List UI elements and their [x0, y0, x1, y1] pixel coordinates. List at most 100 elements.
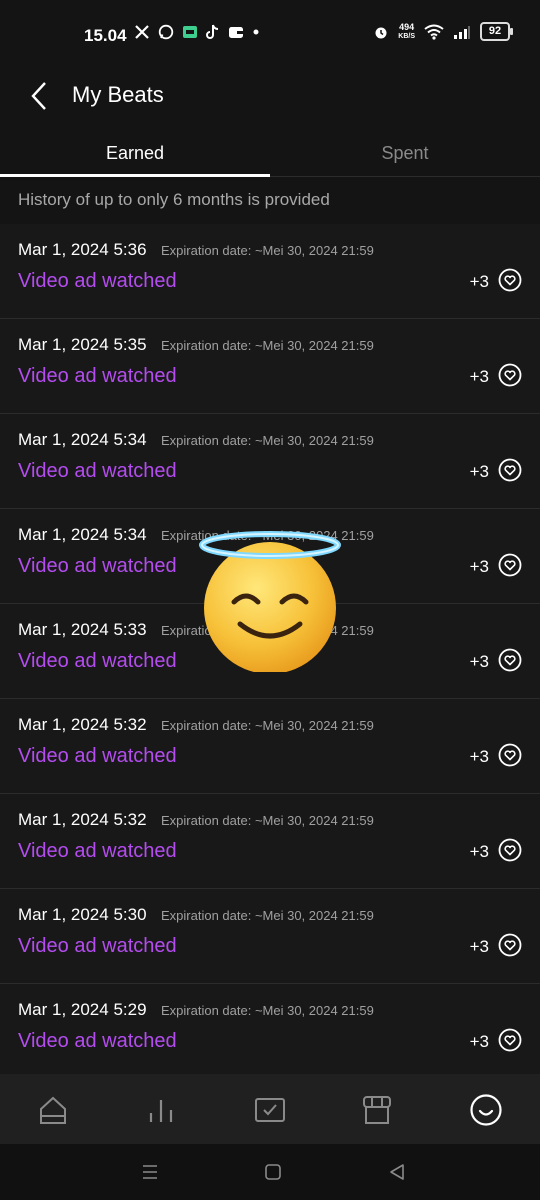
item-date: Mar 1, 2024 5:35 [18, 335, 147, 354]
nav-charts[interactable] [141, 1090, 181, 1130]
alarm-icon [375, 27, 387, 38]
item-points: +3 [469, 937, 489, 956]
item-date: Mar 1, 2024 5:36 [18, 240, 147, 259]
item-points: +3 [469, 1032, 489, 1051]
heart-icon [498, 933, 522, 957]
item-date: Mar 1, 2024 5:29 [18, 1000, 147, 1019]
item-description: Video ad watched [18, 555, 177, 577]
nav-home[interactable] [33, 1090, 73, 1130]
tab-spent[interactable]: Spent [270, 132, 540, 176]
tiktok-icon [206, 24, 219, 39]
heart-icon [498, 363, 522, 387]
item-date: Mar 1, 2024 5:33 [18, 620, 147, 639]
item-date: Mar 1, 2024 5:34 [18, 525, 147, 544]
system-status-icons: 494 KB/S 92 [373, 21, 513, 41]
list-item[interactable]: Mar 1, 2024 5:29 Expiration date: ~Mei 3… [0, 984, 540, 1079]
menu-icon [143, 1165, 157, 1179]
heart-icon [498, 1028, 522, 1052]
item-description: Video ad watched [18, 935, 177, 957]
item-description: Video ad watched [18, 840, 177, 862]
tab-earned[interactable]: Earned [0, 132, 270, 177]
item-points: +3 [469, 652, 489, 671]
list-item[interactable]: Mar 1, 2024 5:32 Expiration date: ~Mei 3… [0, 794, 540, 889]
list-item[interactable]: Mar 1, 2024 5:33 Expiration date: ~Mei 3… [0, 604, 540, 699]
item-date: Mar 1, 2024 5:34 [18, 430, 147, 449]
heart-icon [498, 838, 522, 862]
home-button[interactable] [259, 1160, 287, 1184]
item-expiration: Expiration date: ~Mei 30, 2024 21:59 [161, 528, 374, 543]
heart-icon [498, 648, 522, 672]
heart-icon [498, 458, 522, 482]
item-expiration: Expiration date: ~Mei 30, 2024 21:59 [161, 908, 374, 923]
nav-profile[interactable] [466, 1090, 506, 1130]
app-icon [183, 26, 197, 38]
item-expiration: Expiration date: ~Mei 30, 2024 21:59 [161, 623, 374, 638]
back-arrow-icon [31, 82, 46, 110]
system-navigation-bar [0, 1144, 540, 1200]
item-description: Video ad watched [18, 365, 177, 387]
item-expiration: Expiration date: ~Mei 30, 2024 21:59 [161, 718, 374, 733]
tab-bar: Earned Spent [0, 132, 540, 177]
checklist-icon [255, 1098, 285, 1122]
item-expiration: Expiration date: ~Mei 30, 2024 21:59 [161, 813, 374, 828]
tab-earned-label: Earned [105, 143, 165, 163]
heart-icon [498, 553, 522, 577]
heart-icon [498, 268, 522, 292]
tab-spent-label: Spent [381, 143, 429, 163]
store-icon [363, 1096, 391, 1124]
item-expiration: Expiration date: ~Mei 30, 2024 21:59 [161, 243, 374, 258]
item-points: +3 [469, 842, 489, 861]
wifi-icon [424, 24, 444, 40]
network-speed-unit: KB/S [398, 32, 415, 40]
list-item[interactable]: Mar 1, 2024 5:32 Expiration date: ~Mei 3… [0, 699, 540, 794]
item-description: Video ad watched [18, 460, 177, 482]
bottom-navigation [0, 1074, 540, 1144]
item-points: +3 [469, 557, 489, 576]
network-speed-value: 494 [399, 21, 415, 32]
item-description: Video ad watched [18, 270, 177, 292]
recents-button[interactable] [136, 1160, 164, 1184]
item-expiration: Expiration date: ~Mei 30, 2024 21:59 [161, 1003, 374, 1018]
list-item[interactable]: Mar 1, 2024 5:34 Expiration date: ~Mei 3… [0, 414, 540, 509]
item-points: +3 [469, 367, 489, 386]
dot-icon [253, 29, 259, 35]
nav-checklist[interactable] [250, 1090, 290, 1130]
notification-icons [134, 24, 260, 40]
item-date: Mar 1, 2024 5:30 [18, 905, 147, 924]
network-speed: 494 KB/S [398, 21, 415, 41]
item-points: +3 [469, 462, 489, 481]
item-description: Video ad watched [18, 650, 177, 672]
item-date: Mar 1, 2024 5:32 [18, 810, 147, 829]
active-tab-indicator [0, 174, 270, 177]
item-date: Mar 1, 2024 5:32 [18, 715, 147, 734]
app-header: My Beats [0, 72, 540, 128]
profile-smile-icon [470, 1094, 502, 1126]
list-item[interactable]: Mar 1, 2024 5:35 Expiration date: ~Mei 3… [0, 319, 540, 414]
item-description: Video ad watched [18, 1030, 177, 1052]
item-expiration: Expiration date: ~Mei 30, 2024 21:59 [161, 338, 374, 353]
triangle-back-icon [390, 1164, 404, 1180]
signal-icon [454, 25, 470, 39]
item-description: Video ad watched [18, 745, 177, 767]
list-item[interactable]: Mar 1, 2024 5:36 Expiration date: ~Mei 3… [0, 224, 540, 319]
heart-icon [498, 743, 522, 767]
battery-indicator: 92 [480, 22, 513, 41]
list-item[interactable]: Mar 1, 2024 5:30 Expiration date: ~Mei 3… [0, 889, 540, 984]
charts-icon [149, 1100, 173, 1122]
item-expiration: Expiration date: ~Mei 30, 2024 21:59 [161, 433, 374, 448]
status-time: 15.04 [84, 26, 127, 45]
status-bar: 15.04 494 KB/S 92 [0, 0, 540, 72]
item-points: +3 [469, 747, 489, 766]
history-list: Mar 1, 2024 5:36 Expiration date: ~Mei 3… [0, 224, 540, 1079]
square-icon [265, 1164, 281, 1180]
list-item[interactable]: Mar 1, 2024 5:34 Expiration date: ~Mei 3… [0, 509, 540, 604]
home-icon [40, 1096, 66, 1124]
back-nav-button[interactable] [383, 1160, 411, 1184]
nav-store[interactable] [357, 1090, 397, 1130]
x-icon [135, 25, 149, 39]
back-button[interactable] [18, 74, 60, 118]
item-points: +3 [469, 272, 489, 291]
wallet-icon [229, 27, 243, 38]
page-title: My Beats [72, 82, 164, 107]
history-notice: History of up to only 6 months is provid… [18, 190, 330, 209]
